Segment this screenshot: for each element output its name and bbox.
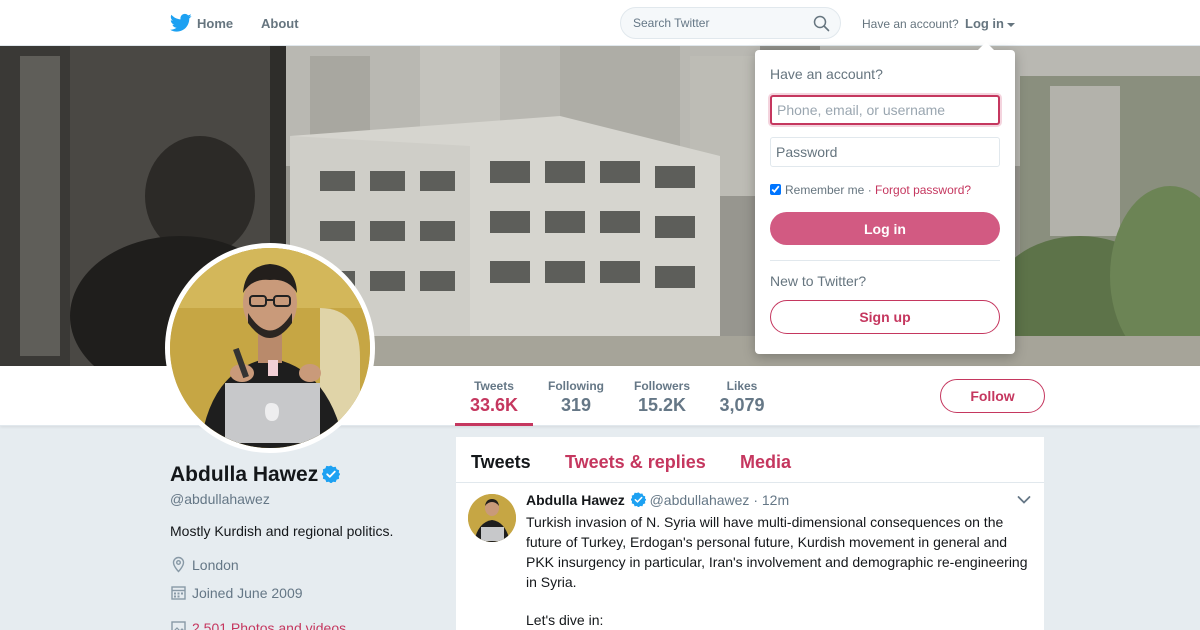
profile-location: London bbox=[170, 556, 239, 573]
avatar-photo bbox=[170, 248, 370, 448]
stat-value: 3,079 bbox=[719, 395, 765, 415]
tab-tweets[interactable]: Tweets bbox=[471, 452, 531, 473]
location-text: London bbox=[192, 557, 239, 573]
follow-button[interactable]: Follow bbox=[940, 379, 1045, 413]
remember-me-checkbox[interactable] bbox=[770, 184, 781, 195]
tweet-separator: · bbox=[753, 492, 758, 508]
stat-likes[interactable]: Likes 3,079 bbox=[712, 366, 772, 426]
stat-followers[interactable]: Followers 15.2K bbox=[626, 366, 698, 426]
tweet-author-name[interactable]: Abdulla Hawez bbox=[526, 492, 625, 508]
have-account-text: Have an account? bbox=[862, 17, 959, 31]
tweet-timestamp[interactable]: 12m bbox=[762, 492, 789, 508]
login-button[interactable]: Log in bbox=[770, 212, 1000, 245]
nav-home-link[interactable]: Home bbox=[197, 16, 233, 31]
timeline-tabs: Tweets Tweets & replies Media bbox=[456, 437, 1044, 483]
search-input[interactable] bbox=[633, 16, 803, 30]
verified-badge-icon bbox=[630, 492, 646, 507]
tweet-avatar[interactable] bbox=[468, 494, 516, 542]
stat-label: Likes bbox=[726, 379, 758, 393]
stat-label: Followers bbox=[633, 379, 690, 393]
media-link-text: 2,501 Photos and videos bbox=[192, 620, 347, 630]
stat-tweets[interactable]: Tweets 33.6K bbox=[455, 366, 533, 426]
login-dropdown-toggle[interactable]: Log in bbox=[965, 16, 1015, 31]
stat-label: Following bbox=[548, 379, 604, 393]
top-nav: Home About Have an account? Log in bbox=[0, 0, 1200, 46]
tab-tweets-replies[interactable]: Tweets & replies bbox=[565, 452, 706, 473]
search-icon[interactable] bbox=[813, 15, 830, 32]
login-dropdown-heading: Have an account? bbox=[770, 66, 883, 82]
nav-about-link[interactable]: About bbox=[261, 16, 299, 31]
tweet-text: Turkish invasion of N. Syria will have m… bbox=[526, 514, 1028, 590]
signup-button[interactable]: Sign up bbox=[770, 300, 1000, 334]
tweet-avatar-photo bbox=[468, 494, 516, 542]
forgot-password-link[interactable]: Forgot password? bbox=[875, 183, 971, 197]
new-to-twitter-text: New to Twitter? bbox=[770, 273, 867, 289]
remember-me-label[interactable]: Remember me bbox=[785, 183, 864, 197]
search-box bbox=[620, 7, 841, 39]
profile-name-text: Abdulla Hawez bbox=[170, 463, 319, 486]
profile-joined: Joined June 2009 bbox=[170, 584, 303, 601]
profile-avatar-frame bbox=[165, 243, 375, 453]
chevron-down-icon[interactable] bbox=[1017, 495, 1031, 505]
profile-bio: Mostly Kurdish and regional politics. bbox=[170, 523, 394, 539]
stat-value: 319 bbox=[560, 395, 592, 415]
login-dropdown: Have an account? Remember me · Forgot pa… bbox=[755, 42, 1015, 354]
avatar[interactable] bbox=[170, 248, 370, 448]
stat-label: Tweets bbox=[474, 379, 514, 393]
stat-value: 33.6K bbox=[469, 395, 519, 415]
remember-separator: · bbox=[867, 183, 872, 197]
dropdown-divider bbox=[770, 260, 1000, 261]
remember-row: Remember me · Forgot password? bbox=[770, 183, 971, 197]
calendar-icon bbox=[171, 586, 186, 600]
profile-name: Abdulla Hawez bbox=[170, 463, 341, 487]
username-field[interactable] bbox=[770, 95, 1000, 125]
dropdown-arrow bbox=[977, 42, 995, 51]
login-link-label: Log in bbox=[965, 16, 1004, 31]
password-field[interactable] bbox=[770, 137, 1000, 167]
tweet-header: Abdulla Hawez @abdullahawez · 12m bbox=[526, 492, 789, 508]
stat-following[interactable]: Following 319 bbox=[540, 366, 612, 426]
twitter-bird-icon[interactable] bbox=[170, 13, 192, 33]
tweet-text-continued: Let's dive in: bbox=[526, 612, 604, 628]
photo-icon bbox=[171, 621, 186, 630]
timeline: Tweets Tweets & replies Media Abdulla Ha… bbox=[456, 437, 1044, 630]
profile-media-link[interactable]: 2,501 Photos and videos bbox=[170, 619, 346, 630]
tweet-author-handle[interactable]: @abdullahawez bbox=[650, 492, 750, 508]
verified-badge-icon bbox=[322, 465, 341, 483]
tab-media[interactable]: Media bbox=[740, 452, 791, 473]
profile-handle[interactable]: @abdullahawez bbox=[170, 491, 270, 507]
stat-value: 15.2K bbox=[637, 395, 687, 415]
caret-down-icon bbox=[1007, 22, 1015, 27]
location-pin-icon bbox=[172, 556, 185, 573]
joined-text: Joined June 2009 bbox=[192, 585, 303, 601]
